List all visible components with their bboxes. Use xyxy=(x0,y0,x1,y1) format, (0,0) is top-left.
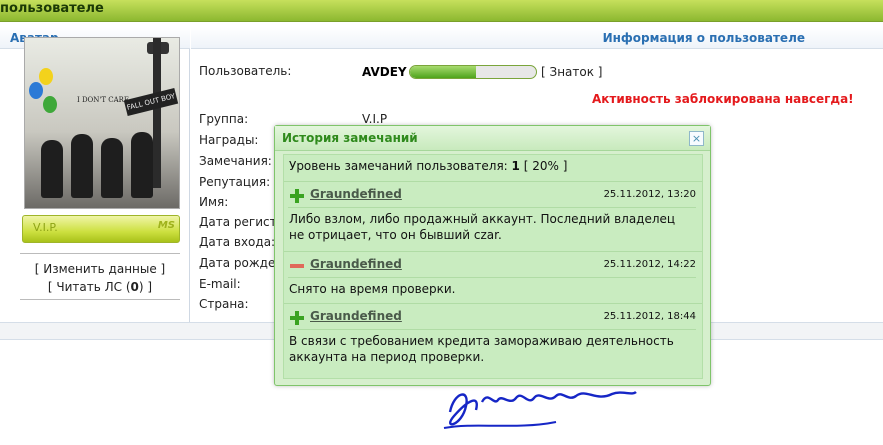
warning-text: Снято на время проверки. xyxy=(289,282,456,296)
divider xyxy=(20,253,180,254)
blocked-notice: Активность заблокирована навсегда! xyxy=(592,92,854,106)
read-messages-link[interactable]: [ Читать ЛС (0) ] xyxy=(0,280,200,294)
plus-icon xyxy=(290,311,304,325)
plus-icon xyxy=(290,189,304,203)
warning-date: 25.11.2012, 14:22 xyxy=(603,259,696,270)
vip-badge-text: V.I.P. xyxy=(33,221,58,234)
close-icon[interactable]: × xyxy=(689,131,704,146)
username[interactable]: AVDEY xyxy=(362,65,407,79)
group-value: V.I.P xyxy=(362,112,388,126)
label-warnings: Замечания: xyxy=(199,154,272,168)
warning-date: 25.11.2012, 13:20 xyxy=(603,189,696,200)
top-bar: пользователе xyxy=(0,0,883,22)
label-group: Группа: xyxy=(199,112,249,126)
warning-level: Уровень замечаний пользователя: 1 [ 20% … xyxy=(289,159,568,173)
vip-badge: V.I.P. MS xyxy=(22,215,180,243)
warning-entry: Graundefined 25.11.2012, 18:44 В связи с… xyxy=(284,303,702,371)
label-registered: Дата регистр xyxy=(199,215,285,229)
warning-text: В связи с требованием кредита заморажива… xyxy=(289,334,674,364)
rank-progress-bar xyxy=(409,65,537,79)
popup-title: История замечаний xyxy=(275,126,710,151)
warning-author-link[interactable]: Graundefined xyxy=(310,187,402,201)
warning-entry: Graundefined 25.11.2012, 14:22 Снято на … xyxy=(284,251,702,297)
warning-author-link[interactable]: Graundefined xyxy=(310,309,402,323)
unread-count: 0 xyxy=(130,280,139,294)
popup-body: Уровень замечаний пользователя: 1 [ 20% … xyxy=(283,154,703,379)
label-birthday: Дата рожден xyxy=(199,256,284,270)
warning-date: 25.11.2012, 18:44 xyxy=(603,311,696,322)
avatar: I DON'T CARE FALL OUT BOY xyxy=(24,37,180,209)
warning-author-link[interactable]: Graundefined xyxy=(310,257,402,271)
divider xyxy=(20,299,180,300)
minus-icon xyxy=(290,264,304,268)
warning-text: Либо взлом, либо продажный аккаунт. Посл… xyxy=(289,212,676,242)
rank-label: [ Знаток ] xyxy=(541,65,603,79)
avatar-sign: FALL OUT BOY xyxy=(123,87,179,117)
label-name: Имя: xyxy=(199,195,229,209)
edit-profile-link[interactable]: [ Изменить данные ] xyxy=(0,262,200,276)
label-user: Пользователь: xyxy=(199,64,292,78)
section-title: пользователе xyxy=(0,1,104,16)
label-country: Страна: xyxy=(199,297,249,311)
label-last-visit: Дата входа: xyxy=(199,235,276,249)
label-email: E-mail: xyxy=(199,277,241,291)
label-reputation: Репутация: xyxy=(199,175,271,189)
balloon xyxy=(39,68,53,85)
rank-progress-fill xyxy=(410,66,476,78)
user-info-heading: Информация о пользователе xyxy=(191,27,883,49)
warning-level-value: 1 xyxy=(511,159,520,173)
label-awards: Награды: xyxy=(199,133,259,147)
warning-entry: Graundefined 25.11.2012, 13:20 Либо взло… xyxy=(284,181,702,245)
balloon xyxy=(29,82,43,99)
warnings-history-popup: История замечаний × Уровень замечаний по… xyxy=(274,125,711,386)
vip-badge-logo: MS xyxy=(157,220,175,231)
